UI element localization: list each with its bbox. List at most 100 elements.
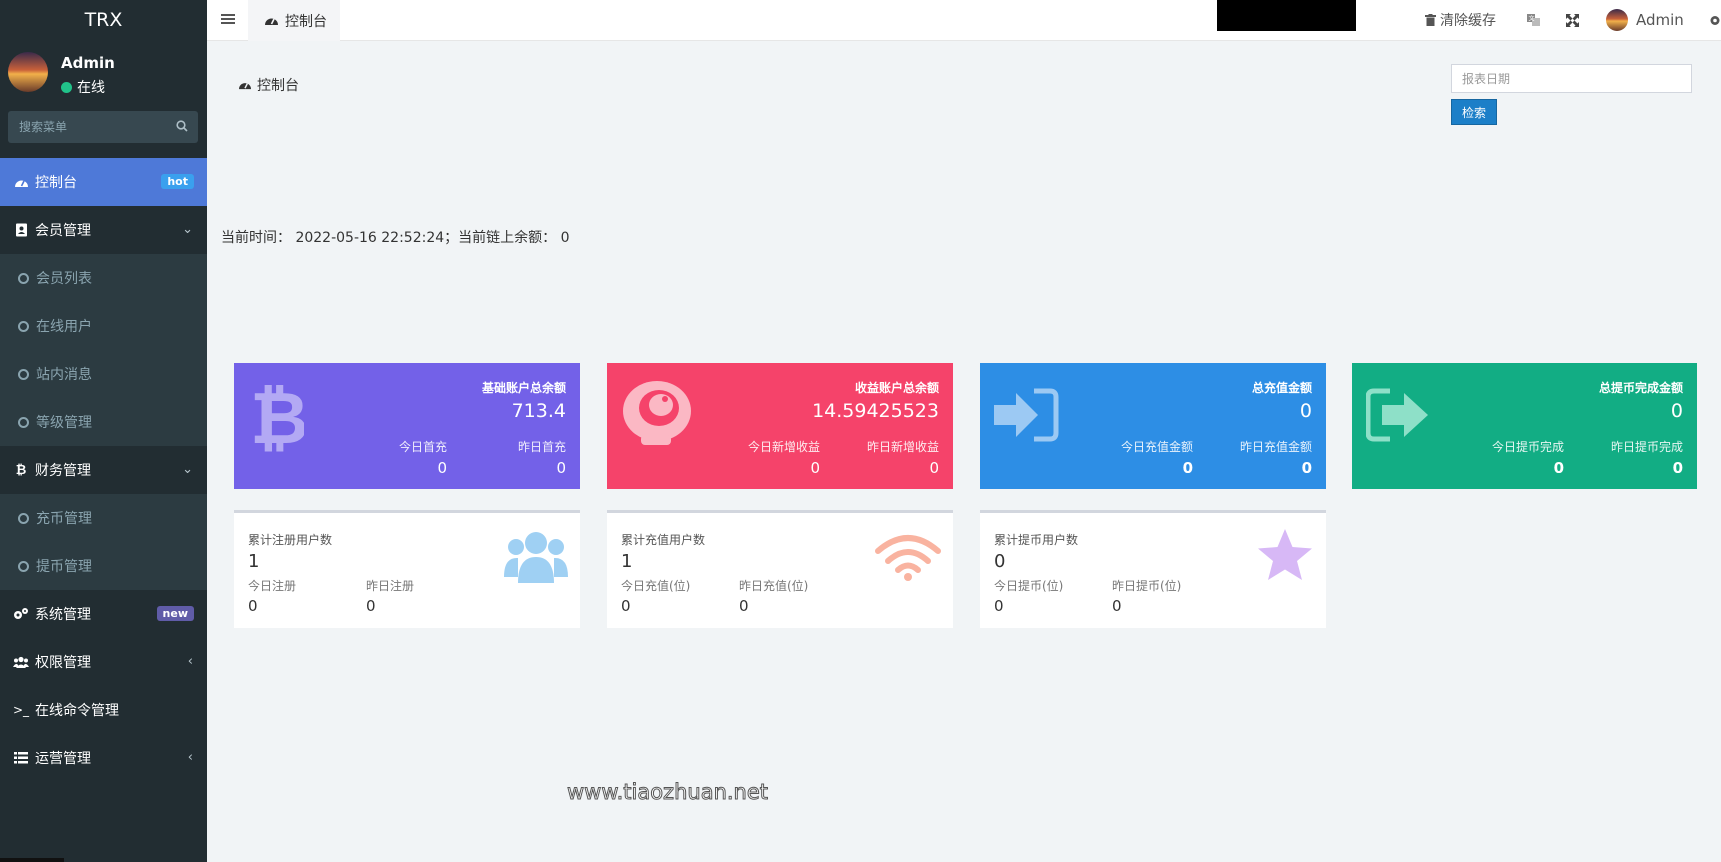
sidebar-item-levels[interactable]: 等级管理: [0, 398, 207, 446]
stat-value: 14.59425523: [812, 400, 939, 422]
report-date-input[interactable]: [1451, 64, 1692, 93]
chevron-left-icon: ‹: [187, 654, 193, 669]
bitcoin-icon: ₿: [250, 379, 304, 453]
sidebar-item-member-list[interactable]: 会员列表: [0, 254, 207, 302]
sidebar-item-label: 在线用户: [36, 319, 92, 335]
stat-sub-yesterday: 昨日提币完成 0: [1573, 438, 1683, 477]
info-title: 累计提币用户数: [994, 533, 1079, 547]
sidebar-item-label: 充币管理: [36, 511, 92, 527]
settings-button[interactable]: [1709, 0, 1721, 40]
info-sub-value: 0: [248, 597, 258, 615]
stat-sub-today: 今日提币完成 0: [1454, 438, 1564, 477]
expand-icon: [1566, 13, 1579, 27]
circle-icon: [18, 416, 29, 428]
search-button[interactable]: 检索: [1451, 99, 1497, 125]
stat-sub-value: 0: [556, 459, 566, 477]
page-title-text: 控制台: [257, 78, 299, 94]
list-icon: [13, 750, 29, 766]
stat-title: 总充值金额: [1251, 381, 1312, 395]
clear-cache-label: 清除缓存: [1440, 13, 1496, 29]
topbar: 控制台 清除缓存 文 Admin: [207, 0, 1721, 41]
stat-title: 基础账户总余额: [481, 381, 566, 395]
sidebar-item-withdraw[interactable]: 提币管理: [0, 542, 207, 590]
sidebar-item-label: 会员列表: [36, 271, 92, 287]
star-icon: [1258, 529, 1312, 580]
sidebar-item-label: 运营管理: [35, 751, 91, 767]
chevron-left-icon: ‹: [187, 750, 193, 765]
sidebar-item-online-users[interactable]: 在线用户: [0, 302, 207, 350]
info-sub-value: 0: [621, 597, 631, 615]
sign-out-icon: [1366, 388, 1428, 442]
stat-title: 总提币完成金额: [1598, 381, 1683, 395]
sidebar-item-permission[interactable]: 权限管理 ‹: [0, 638, 207, 686]
info-sub-value: 0: [994, 597, 1004, 615]
sidebar-item-label: 等级管理: [36, 415, 92, 431]
menu-search-input[interactable]: [8, 111, 198, 143]
stat-value: 0: [1670, 400, 1683, 422]
info-sub-label: 昨日提币(位): [1112, 579, 1182, 593]
stat-sub-label: 今日充值金额: [1120, 440, 1193, 454]
admin-user-menu[interactable]: Admin: [1606, 0, 1684, 40]
clear-cache-button[interactable]: 清除缓存: [1425, 0, 1496, 40]
current-time-label: 当前时间：: [221, 230, 291, 246]
sidebar-item-operation[interactable]: 运营管理 ‹: [0, 734, 207, 782]
info-card-withdraw-users: 累计提币用户数 0 今日提币(位) 0 昨日提币(位) 0: [980, 510, 1326, 628]
info-sub-yesterday: 昨日提币(位) 0: [1112, 577, 1181, 615]
hamburger-menu-icon[interactable]: [221, 12, 235, 26]
circle-icon: [18, 272, 29, 284]
fullscreen-button[interactable]: [1566, 0, 1579, 40]
sidebar-item-members[interactable]: 会员管理 ⌄: [0, 206, 207, 254]
info-title: 累计充值用户数: [621, 533, 706, 547]
circle-icon: [18, 320, 29, 332]
chevron-down-icon: ⌄: [182, 222, 193, 237]
dragon-icon: [623, 381, 691, 445]
stat-sub-label: 今日提币完成: [1491, 440, 1564, 454]
stat-sub-value: 0: [1182, 459, 1193, 477]
sidebar-item-site-messages[interactable]: 站内消息: [0, 350, 207, 398]
sidebar-item-dashboard[interactable]: 控制台 hot: [0, 158, 207, 206]
cogs-icon: [13, 606, 29, 622]
sidebar-item-deposit[interactable]: 充币管理: [0, 494, 207, 542]
info-card-deposit-users: 累计充值用户数 1 今日充值(位) 0 昨日充值(位) 0: [607, 510, 953, 628]
current-info-line: 当前时间： 2022-05-16 22:52:24；当前链上余额： 0: [221, 227, 570, 247]
info-sub-label: 今日注册: [248, 579, 297, 593]
info-sub-value: 0: [1112, 597, 1122, 615]
info-value: 1: [248, 551, 260, 572]
sidebar-item-finance[interactable]: ₿ 财务管理 ⌄: [0, 446, 207, 494]
users-small-icon: [13, 654, 29, 670]
wifi-icon: [875, 535, 941, 581]
search-icon[interactable]: [176, 120, 188, 132]
stat-value: 713.4: [511, 400, 566, 422]
app-logo[interactable]: TRX: [0, 0, 207, 40]
sidebar-item-label: 系统管理: [35, 607, 91, 623]
stat-sub-today: 今日首充 0: [337, 438, 447, 477]
online-dot-icon: [61, 81, 72, 93]
sidebar-item-label: 会员管理: [35, 223, 91, 239]
stat-sub-today: 今日新增收益 0: [710, 438, 820, 477]
translate-icon: 文: [1527, 14, 1540, 26]
stat-sub-label: 昨日新增收益: [866, 440, 939, 454]
sidebar-item-label: 控制台: [35, 175, 77, 191]
stat-sub-value: 0: [1553, 459, 1564, 477]
stat-sub-label: 昨日首充: [517, 440, 566, 454]
info-sub-today: 今日提币(位) 0: [994, 577, 1063, 615]
language-button[interactable]: 文: [1526, 0, 1541, 40]
info-sub-today: 今日注册 0: [248, 577, 296, 615]
info-sub-value: 0: [739, 597, 749, 615]
user-panel: Admin 在线: [0, 40, 207, 101]
user-status: 在线: [61, 77, 105, 97]
sidebar-item-system[interactable]: 系统管理 new: [0, 590, 207, 638]
hot-badge: hot: [161, 174, 194, 189]
sidebar-item-command[interactable]: >_ 在线命令管理: [0, 686, 207, 734]
stat-sub-label: 昨日提币完成: [1610, 440, 1683, 454]
tab-dashboard[interactable]: 控制台: [248, 0, 340, 41]
user-name: Admin: [61, 54, 115, 72]
stat-card-total-withdraw: 总提币完成金额 0 今日提币完成 0 昨日提币完成 0: [1352, 363, 1697, 489]
info-sub-label: 今日充值(位): [621, 579, 691, 593]
stat-sub-value: 0: [810, 459, 820, 477]
sign-in-icon: [994, 388, 1059, 442]
stat-sub-label: 昨日充值金额: [1239, 440, 1312, 454]
info-title: 累计注册用户数: [248, 533, 333, 547]
tab-label: 控制台: [285, 13, 327, 30]
current-time: 2022-05-16 22:52:24: [295, 230, 445, 246]
